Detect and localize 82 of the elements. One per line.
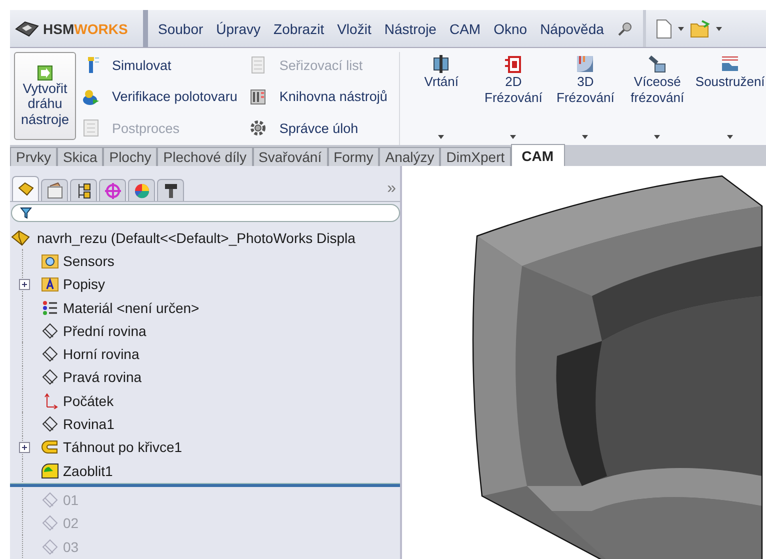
create-toolpath-button[interactable]: Vytvořit dráhu nástroje (14, 52, 76, 140)
menu-item[interactable]: Vložit (337, 20, 372, 36)
plane-icon (41, 515, 59, 532)
material-icon (41, 300, 59, 316)
menu-item[interactable]: CAM (449, 20, 481, 36)
folder-icon[interactable] (690, 20, 710, 38)
tree-item[interactable]: Sensors (63, 252, 114, 269)
tree-item[interactable]: Pravá rovina (63, 369, 142, 386)
plane-icon (41, 369, 59, 386)
fillet-icon (41, 462, 59, 479)
tab[interactable]: Prvky (10, 147, 57, 166)
plane-icon (41, 322, 59, 339)
ribbon-button[interactable]: Správce úloh (247, 117, 390, 139)
menu-item[interactable]: Nápověda (540, 20, 604, 36)
panel-tab[interactable] (70, 179, 97, 201)
expand-icon[interactable] (19, 442, 30, 453)
tree-item[interactable]: Horní rovina (63, 346, 140, 362)
new-document-icon[interactable] (656, 18, 672, 38)
tree-item[interactable]: Zaoblit1 (63, 462, 113, 479)
display-icon (132, 182, 150, 200)
tab[interactable]: DimXpert (440, 147, 511, 166)
tab[interactable]: Plochy (103, 147, 158, 166)
ribbon-button[interactable]: Knihovna nástrojů (247, 86, 390, 108)
tree-item[interactable]: Počátek (63, 392, 114, 409)
plane-icon (41, 538, 59, 554)
ribbon-button[interactable]: Vrtání (406, 52, 476, 145)
menu-item[interactable]: Úpravy (216, 20, 261, 36)
menu-item[interactable]: Zobrazit (274, 20, 324, 36)
panel-tab[interactable] (12, 176, 39, 201)
plane-icon (41, 492, 59, 508)
logo-icon (14, 20, 40, 38)
ribbon-button[interactable]: Verifikace polotovaru (80, 86, 240, 108)
caret-icon[interactable] (716, 26, 722, 30)
caret-icon (654, 135, 660, 139)
menu-item[interactable]: Okno (494, 20, 528, 36)
caret-icon (582, 135, 588, 139)
tree-item[interactable]: Táhnout po křivce1 (63, 439, 182, 456)
tree-item[interactable]: Materiál <není určen> (63, 300, 200, 316)
tree-item[interactable]: Popisy (63, 276, 106, 292)
dimxpert-icon (104, 182, 122, 200)
tab[interactable]: Formy (328, 147, 380, 166)
drill-icon (431, 54, 452, 74)
ribbon-button[interactable]: Víceosé frézování (622, 52, 692, 145)
menu-item[interactable]: Soubor (158, 20, 204, 36)
tree-item[interactable]: navrh_rezu (Default<<Default>_PhotoWorks Displa (37, 230, 356, 246)
ribbon-button[interactable]: Soustružení (694, 52, 765, 145)
panel-tab[interactable] (128, 179, 155, 201)
tree-item[interactable]: Přední rovina (63, 322, 146, 339)
ribbon-button[interactable]: 3D Frézování (550, 52, 620, 145)
library-icon (249, 88, 268, 106)
tab[interactable]: Plechové díly (157, 147, 253, 166)
filter-icon (20, 207, 32, 219)
rollback-bar[interactable] (10, 483, 400, 488)
logo-text: HSMWORKS (43, 20, 128, 36)
post-icon (82, 119, 100, 137)
caret-icon (510, 135, 516, 139)
plane-icon (41, 416, 59, 432)
filter-field[interactable] (11, 204, 400, 222)
sensor-folder-icon (41, 252, 59, 269)
caret-icon (727, 135, 734, 139)
feature-icon (16, 180, 34, 198)
caret-icon[interactable] (678, 26, 684, 30)
panel-tab[interactable] (157, 179, 184, 201)
menu-item[interactable]: Nástroje (384, 20, 436, 36)
ribbon-button[interactable]: Simulovat (80, 54, 240, 76)
tree-item[interactable]: Rovina1 (63, 416, 114, 432)
sheet-icon (249, 56, 268, 74)
property-icon (46, 182, 64, 200)
tab[interactable]: Analýzy (379, 147, 440, 166)
tab[interactable]: CAM (510, 144, 565, 166)
panel-tab[interactable] (41, 179, 68, 201)
sweep-icon (41, 439, 59, 456)
tab[interactable]: Svařování (252, 147, 328, 166)
tab[interactable]: Skica (57, 147, 104, 166)
verify-icon (82, 88, 100, 106)
annotation-folder-icon (41, 276, 59, 292)
gear-icon (249, 119, 268, 137)
plane-icon (41, 346, 59, 362)
part-icon (11, 228, 31, 247)
caret-icon (438, 135, 444, 139)
expand-icon[interactable] (19, 278, 30, 290)
more-button[interactable]: » (387, 180, 396, 201)
